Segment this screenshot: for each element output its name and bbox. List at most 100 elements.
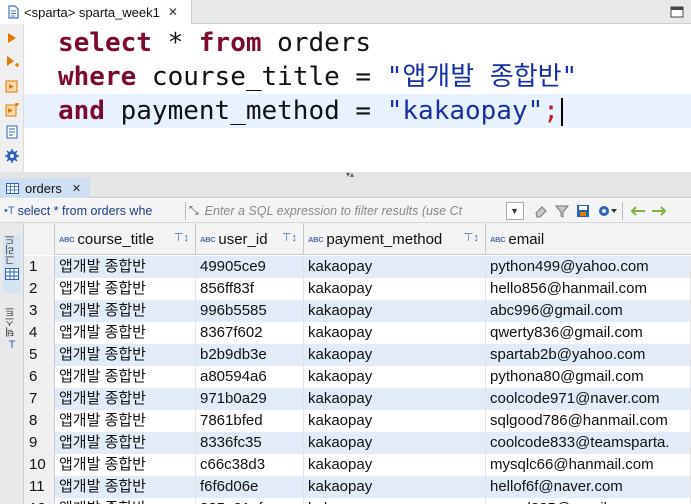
column-header-user-id[interactable]: ABC user_id ⊤↕: [196, 223, 304, 255]
cell-user-id[interactable]: 971b0a29: [196, 388, 304, 410]
cell-payment-method[interactable]: kakaopay: [304, 432, 486, 454]
cell-payment-method[interactable]: kakaopay: [304, 454, 486, 476]
cell-course-title[interactable]: 앱개발 종합반: [55, 454, 196, 476]
cell-user-id[interactable]: 8367f602: [196, 322, 304, 344]
save-filter-icon[interactable]: [574, 202, 592, 220]
cell-email[interactable]: qwerty836@gmail.com: [486, 322, 691, 344]
cell-email[interactable]: coolcode833@teamsparta.: [486, 432, 691, 454]
table-row[interactable]: 7 앱개발 종합반 971b0a29 kakaopay coolcode971@nave…: [24, 388, 691, 410]
column-header-payment-method[interactable]: ABC payment_method ⊤↕: [304, 223, 486, 255]
row-number[interactable]: 8: [24, 410, 55, 432]
back-arrow-icon[interactable]: [629, 202, 647, 220]
cell-email[interactable]: pyqod835@gmail.com: [486, 498, 691, 504]
table-row[interactable]: 8 앱개발 종합반 7861bfed kakaopay sqlgood786@hanma…: [24, 410, 691, 432]
text-view-button[interactable]: 텍스트 T: [3, 307, 21, 365]
column-header-course-title[interactable]: ABC course_title ⊤↕: [55, 223, 196, 255]
row-number[interactable]: 11: [24, 476, 55, 498]
cell-payment-method[interactable]: kakaopay: [304, 410, 486, 432]
close-tab-icon[interactable]: ✕: [168, 5, 178, 19]
execute-script-new-tab-icon[interactable]: [4, 102, 20, 118]
cell-course-title[interactable]: 앱개발 종합반: [55, 278, 196, 300]
explain-plan-icon[interactable]: [4, 124, 20, 140]
sort-filter-icon[interactable]: ⊤↕: [282, 231, 297, 244]
query-text-label[interactable]: •T select * from orders whe: [0, 204, 182, 218]
maximize-icon[interactable]: [667, 3, 687, 21]
cell-course-title[interactable]: 앱개발 종합반: [55, 300, 196, 322]
cell-payment-method[interactable]: kakaopay: [304, 278, 486, 300]
results-grid[interactable]: ABC course_title ⊤↕ ABC user_id ⊤↕ ABC p…: [24, 223, 691, 504]
cell-course-title[interactable]: 앱개발 종합반: [55, 432, 196, 454]
table-row[interactable]: 2 앱개발 종합반 856ff83f kakaopay hello856@hanmail…: [24, 278, 691, 300]
execute-script-icon[interactable]: [4, 78, 20, 94]
forward-arrow-icon[interactable]: [650, 202, 668, 220]
execute-in-new-tab-icon[interactable]: [4, 54, 20, 70]
cell-user-id[interactable]: 49905ce9: [196, 256, 304, 278]
expand-filter-icon[interactable]: ⤡: [189, 203, 199, 218]
row-number[interactable]: 3: [24, 300, 55, 322]
cell-email[interactable]: coolcode971@naver.com: [486, 388, 691, 410]
cell-email[interactable]: python499@yahoo.com: [486, 256, 691, 278]
row-number[interactable]: 1: [24, 256, 55, 278]
table-row[interactable]: 11 앱개발 종합반 f6f6d06e kakaopay hellof6f@naver.…: [24, 476, 691, 498]
sort-filter-icon[interactable]: ⊤↕: [174, 231, 189, 244]
column-header-email[interactable]: ABC email: [486, 223, 691, 255]
cell-user-id[interactable]: b2b9db3e: [196, 344, 304, 366]
cell-email[interactable]: hellof6f@naver.com: [486, 476, 691, 498]
cell-payment-method[interactable]: kakaopay: [304, 256, 486, 278]
cell-user-id[interactable]: 7861bfed: [196, 410, 304, 432]
row-number[interactable]: 6: [24, 366, 55, 388]
editor-tab[interactable]: <sparta> sparta_week1 ✕: [0, 0, 192, 24]
table-row[interactable]: 12앱개발 종합반835a21efkakaopaypyqod835@gmail.…: [24, 498, 691, 504]
row-number-header[interactable]: [24, 223, 55, 255]
table-row[interactable]: 9 앱개발 종합반 8336fc35 kakaopay coolcode833@team…: [24, 432, 691, 454]
row-number[interactable]: 5: [24, 344, 55, 366]
filter-history-dropdown[interactable]: ▼: [505, 201, 524, 220]
cell-course-title[interactable]: 앱개발 종합반: [55, 476, 196, 498]
row-number[interactable]: 7: [24, 388, 55, 410]
cell-course-title[interactable]: 앱개발 종합반: [55, 256, 196, 278]
table-row[interactable]: 10 앱개발 종합반 c66c38d3 kakaopay mysqlc66@hanmai…: [24, 454, 691, 476]
row-number[interactable]: 2: [24, 278, 55, 300]
cell-user-id[interactable]: 8336fc35: [196, 432, 304, 454]
cell-payment-method[interactable]: kakaopay: [304, 388, 486, 410]
cell-course-title[interactable]: 앱개발 종합반: [55, 366, 196, 388]
cell-user-id[interactable]: a80594a6: [196, 366, 304, 388]
cell-email[interactable]: abc996@gmail.com: [486, 300, 691, 322]
cell-user-id[interactable]: 856ff83f: [196, 278, 304, 300]
cell-user-id[interactable]: 996b5585: [196, 300, 304, 322]
row-number[interactable]: 4: [24, 322, 55, 344]
filter-funnel-icon[interactable]: [553, 202, 571, 220]
sql-editor[interactable]: select * from orders where course_title …: [24, 24, 691, 172]
cell-email[interactable]: sqlgood786@hanmail.com: [486, 410, 691, 432]
cell-user-id[interactable]: c66c38d3: [196, 454, 304, 476]
cell-course-title[interactable]: 앱개발 종합반: [55, 388, 196, 410]
table-row[interactable]: 1 앱개발 종합반 49905ce9 kakaopay python499@yahoo.…: [24, 256, 691, 278]
cell-user-id[interactable]: 835a21ef: [196, 498, 304, 504]
cell-email[interactable]: pythona80@gmail.com: [486, 366, 691, 388]
table-row[interactable]: 5 앱개발 종합반 b2b9db3e kakaopay spartab2b@yahoo.…: [24, 344, 691, 366]
grid-view-button[interactable]: 그리드: [3, 235, 21, 293]
cell-payment-method[interactable]: kakaopay: [304, 344, 486, 366]
close-results-tab-icon[interactable]: ✕: [72, 182, 81, 195]
cell-email[interactable]: hello856@hanmail.com: [486, 278, 691, 300]
cell-user-id[interactable]: f6f6d06e: [196, 476, 304, 498]
row-number[interactable]: 12: [24, 498, 55, 504]
cell-payment-method[interactable]: kakaopay: [304, 476, 486, 498]
filter-expression-input[interactable]: [202, 200, 503, 221]
row-number[interactable]: 10: [24, 454, 55, 476]
cell-course-title[interactable]: 앱개발 종합반: [55, 322, 196, 344]
cell-payment-method[interactable]: kakaopay: [304, 322, 486, 344]
cell-course-title[interactable]: 앱개발 종합반: [55, 410, 196, 432]
table-row[interactable]: 6 앱개발 종합반 a80594a6 kakaopay pythona80@gmail.…: [24, 366, 691, 388]
results-tab-orders[interactable]: orders ✕: [0, 178, 90, 198]
eraser-icon[interactable]: [532, 202, 550, 220]
cell-payment-method[interactable]: kakaopay: [304, 498, 486, 504]
cell-payment-method[interactable]: kakaopay: [304, 366, 486, 388]
filter-settings-icon[interactable]: [595, 202, 619, 220]
settings-gear-icon[interactable]: [4, 148, 20, 164]
row-number[interactable]: 9: [24, 432, 55, 454]
cell-email[interactable]: mysqlc66@hanmail.com: [486, 454, 691, 476]
sort-filter-icon[interactable]: ⊤↕: [464, 231, 479, 244]
table-row[interactable]: 4 앱개발 종합반 8367f602 kakaopay qwerty836@gmail.…: [24, 322, 691, 344]
execute-statement-icon[interactable]: [4, 30, 20, 46]
